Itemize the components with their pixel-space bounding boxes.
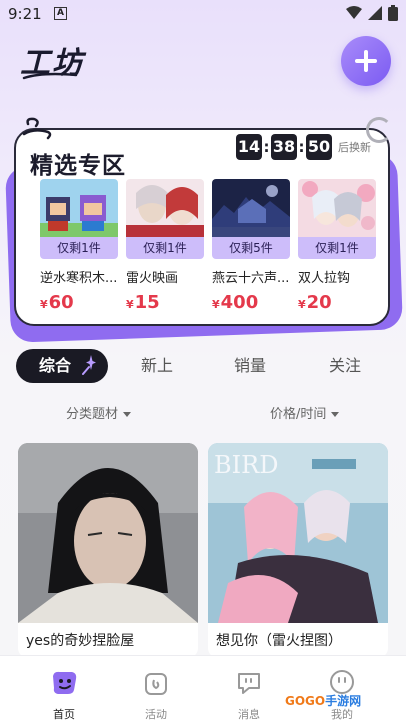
tab-sales[interactable]: 销量 (215, 349, 285, 383)
product-name: 燕云十六声... (212, 271, 290, 286)
feed-card[interactable]: yes的奇妙捏脸屋 (18, 443, 198, 658)
sort-filter[interactable]: 价格/时间 (270, 403, 340, 422)
signal-icon (368, 6, 382, 20)
product-price: ¥20 (298, 292, 332, 313)
notification-icon: A (54, 7, 67, 20)
stock-tag: 仅剩1件 (126, 237, 204, 259)
sparkle-icon (82, 355, 96, 375)
product-name: 双人拉钩 (298, 271, 351, 286)
feed-image (18, 443, 198, 623)
home-icon (53, 671, 77, 694)
category-filter[interactable]: 分类题材 (66, 403, 132, 422)
countdown-minutes: 38 (271, 134, 297, 160)
featured-item-4[interactable]: 仅剩1件 (298, 179, 376, 259)
title-underline-decoration (22, 72, 78, 80)
product-price: ¥15 (126, 292, 160, 313)
feed-image: BIRD (208, 443, 388, 623)
featured-item-3[interactable]: 仅剩5件 (212, 179, 290, 259)
sort-filter-label: 价格/时间 (270, 407, 327, 422)
product-name: 雷火映画 (126, 271, 179, 286)
swirl-icon (22, 117, 52, 140)
nav-profile[interactable]: 我的 (306, 656, 378, 723)
featured-item-1[interactable]: 仅剩1件 (40, 179, 118, 259)
caret-down-icon (331, 412, 340, 417)
category-filter-label: 分类题材 (66, 407, 119, 422)
stock-tag: 仅剩1件 (40, 237, 118, 259)
feed-card[interactable]: BIRD 想见你（雷火捏图） (208, 443, 388, 658)
product-name: 逆水寒积木... (40, 271, 118, 286)
status-icons (346, 5, 398, 21)
status-bar: 9:21 A (0, 0, 406, 28)
wifi-icon (346, 6, 362, 19)
battery-icon (388, 5, 398, 21)
sort-tabs: 综合 新上 销量 关注 (16, 349, 406, 383)
svg-text:BIRD: BIRD (214, 451, 278, 479)
ring-decoration (366, 117, 392, 143)
product-image (298, 179, 376, 237)
stock-tag: 仅剩5件 (212, 237, 290, 259)
product-image (40, 179, 118, 237)
message-icon (238, 673, 260, 694)
tab-comprehensive[interactable]: 综合 (16, 349, 108, 383)
product-price: ¥60 (40, 292, 74, 313)
nav-home[interactable]: 首页 (28, 656, 100, 723)
featured-item-2[interactable]: 仅剩1件 (126, 179, 204, 259)
product-price: ¥400 (212, 292, 259, 313)
stock-tag: 仅剩1件 (298, 237, 376, 259)
tab-new[interactable]: 新上 (122, 349, 192, 383)
status-time: 9:21 (8, 5, 42, 23)
nav-activity[interactable]: 活动 (120, 656, 192, 723)
countdown-hours: 14 (236, 134, 262, 160)
feed-title: yes的奇妙捏脸屋 (26, 633, 135, 649)
bottom-nav: 首页 活动 消息 我的 (0, 655, 406, 723)
countdown-suffix: 后换新 (338, 141, 371, 154)
product-image (212, 179, 290, 237)
add-button[interactable] (341, 36, 391, 86)
watermark-logo: GOGO手游网 (285, 694, 362, 708)
featured-title: 精选专区 (30, 153, 126, 179)
tab-following[interactable]: 关注 (310, 349, 380, 383)
nav-messages[interactable]: 消息 (213, 656, 285, 723)
countdown-timer: 14 : 38 : 50 后换新 (236, 134, 371, 160)
product-image (126, 179, 204, 237)
countdown-seconds: 50 (306, 134, 332, 160)
caret-down-icon (123, 412, 132, 417)
feed-title: 想见你（雷火捏图） (216, 633, 342, 649)
activity-icon (145, 673, 167, 695)
